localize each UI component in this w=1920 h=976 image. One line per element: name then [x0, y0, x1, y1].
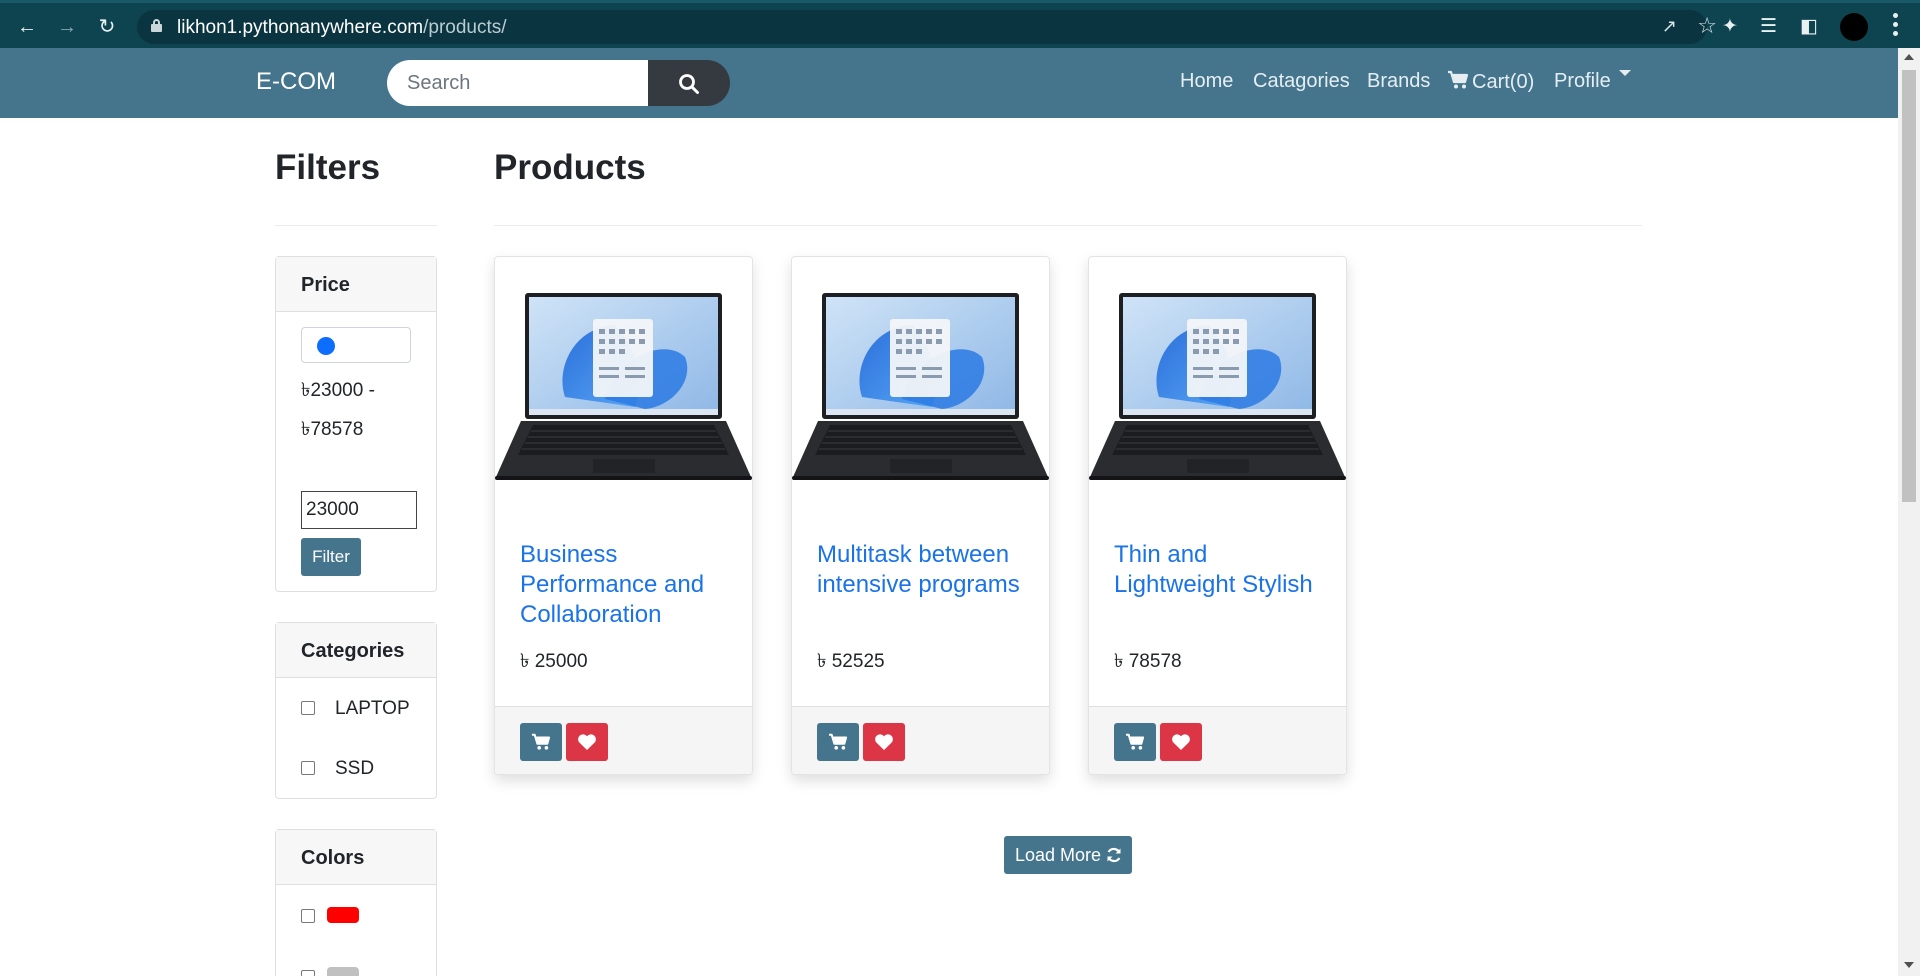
heart-icon	[1172, 734, 1190, 750]
add-to-cart-button[interactable]	[817, 723, 859, 761]
product-title[interactable]: Business Performance and Collaboration	[520, 540, 735, 630]
reload-icon[interactable]: ↻	[94, 14, 120, 40]
product-card-footer	[1089, 706, 1346, 774]
product-card-footer	[495, 706, 752, 774]
forward-icon[interactable]: →	[54, 14, 80, 40]
product-price: ৳ 25000	[520, 651, 588, 672]
product-price: ৳ 52525	[817, 651, 885, 672]
cart-icon	[829, 733, 848, 750]
browser-toolbar: ← → ↻ likhon1.pythonanywhere.com/product…	[0, 0, 1920, 48]
price-range-max-label: ৳78578	[301, 419, 364, 440]
scroll-up-icon[interactable]	[1904, 54, 1914, 60]
search-input[interactable]	[387, 60, 649, 106]
bookmark-star-icon[interactable]: ☆	[1697, 13, 1717, 39]
add-to-cart-button[interactable]	[520, 723, 562, 761]
filter-button[interactable]: Filter	[301, 538, 361, 576]
nav-brands[interactable]: Brands	[1367, 70, 1430, 93]
products-heading: Products	[494, 148, 646, 187]
nav-home[interactable]: Home	[1180, 70, 1233, 93]
range-slider-handle[interactable]	[317, 337, 335, 355]
nav-categories[interactable]: Catagories	[1253, 70, 1350, 93]
product-image[interactable]	[1089, 287, 1346, 487]
add-to-wishlist-button[interactable]	[566, 723, 608, 761]
media-icon[interactable]: ☰	[1760, 15, 1777, 38]
browser-menu-icon[interactable]	[1893, 13, 1899, 39]
product-image[interactable]	[792, 287, 1049, 487]
load-more-button[interactable]: Load More	[1004, 836, 1132, 874]
lock-icon	[151, 19, 162, 32]
share-icon[interactable]: ↗	[1662, 16, 1677, 37]
nav-profile-label: Profile	[1554, 70, 1611, 92]
checkbox[interactable]	[301, 701, 315, 715]
refresh-icon	[1107, 847, 1121, 863]
page-scrollbar[interactable]	[1898, 48, 1920, 976]
price-filter-card: Price ৳23000 - ৳78578 Filter	[275, 256, 437, 592]
products-divider	[494, 225, 1642, 226]
product-title[interactable]: Multitask between intensive programs	[817, 540, 1032, 600]
colors-filter-title: Colors	[276, 830, 436, 885]
brand-logo[interactable]: E-COM	[256, 68, 336, 96]
color-swatch-silver	[327, 967, 359, 976]
site-navbar: E-COM Home Catagories Brands Cart(0) Pro…	[0, 48, 1898, 118]
chevron-down-icon	[1618, 70, 1631, 76]
load-more-label: Load More	[1015, 845, 1102, 865]
add-to-wishlist-button[interactable]	[863, 723, 905, 761]
product-price: ৳ 78578	[1114, 651, 1182, 672]
colors-filter-card: Colors	[275, 829, 437, 976]
nav-cart[interactable]: Cart(0)	[1447, 70, 1534, 94]
product-card: Thin and Lightweight Stylish ৳ 78578	[1088, 256, 1347, 775]
address-bar[interactable]: likhon1.pythonanywhere.com/products/ ↗ ☆	[137, 10, 1717, 44]
product-card-footer	[792, 706, 1049, 774]
product-title[interactable]: Thin and Lightweight Stylish	[1114, 540, 1329, 600]
price-min-input[interactable]	[301, 491, 417, 529]
cart-icon	[1126, 733, 1145, 750]
nav-cart-label: Cart(0)	[1472, 71, 1535, 93]
profile-avatar[interactable]	[1840, 13, 1868, 41]
product-card: Business Performance and Collaboration ৳…	[494, 256, 753, 775]
category-option-ssd[interactable]: SSD	[301, 758, 374, 780]
url-text: likhon1.pythonanywhere.com/products/	[177, 17, 507, 38]
product-image[interactable]	[495, 287, 752, 487]
price-range-min-label: ৳23000 -	[301, 380, 375, 401]
add-to-wishlist-button[interactable]	[1160, 723, 1202, 761]
add-to-cart-button[interactable]	[1114, 723, 1156, 761]
categories-filter-title: Categories	[276, 623, 436, 678]
nav-profile-dropdown[interactable]: Profile	[1554, 70, 1631, 93]
filters-divider	[275, 225, 437, 226]
cart-icon	[532, 733, 551, 750]
categories-filter-card: Categories LAPTOP SSD	[275, 622, 437, 799]
checkbox[interactable]	[301, 761, 315, 775]
cart-icon	[1448, 70, 1469, 89]
back-icon[interactable]: ←	[14, 14, 40, 40]
scrollbar-thumb[interactable]	[1902, 70, 1916, 502]
price-filter-title: Price	[276, 257, 436, 312]
checkbox[interactable]	[301, 970, 315, 976]
heart-icon	[578, 734, 596, 750]
heart-icon	[875, 734, 893, 750]
product-card: Multitask between intensive programs ৳ 5…	[791, 256, 1050, 775]
checkbox[interactable]	[301, 909, 315, 923]
search-icon	[679, 74, 699, 94]
side-panel-icon[interactable]: ◧	[1800, 15, 1818, 38]
search-button[interactable]	[648, 60, 730, 106]
category-option-laptop[interactable]: LAPTOP	[301, 698, 410, 720]
price-range-slider[interactable]	[301, 327, 411, 363]
filters-heading: Filters	[275, 148, 381, 187]
color-swatch-red	[327, 907, 359, 923]
scroll-down-icon[interactable]	[1904, 962, 1914, 968]
extensions-icon[interactable]: ✦	[1722, 15, 1738, 38]
